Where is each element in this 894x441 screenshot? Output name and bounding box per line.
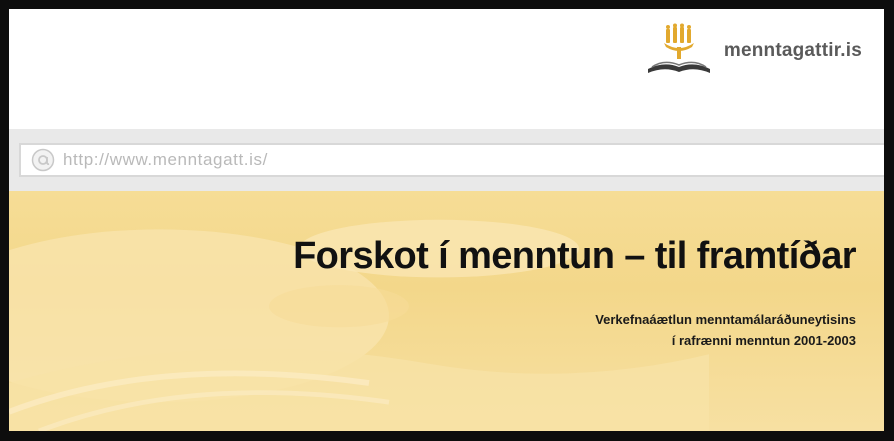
- banner-headline: Forskot í menntun – til framtíðar: [293, 235, 857, 277]
- address-bar-area: http://www.menntagatt.is/: [9, 129, 884, 199]
- book-candelabra-icon: [647, 23, 710, 73]
- logo-text: menntagattir.is: [723, 40, 862, 61]
- banner-subtitle: Verkefnaáætlun menntamálaráðuneytisins í…: [595, 309, 856, 351]
- banner-subtitle-line-2: í rafrænni menntun 2001-2003: [671, 333, 856, 348]
- site-header: menntagattir.is: [9, 9, 884, 129]
- address-bar[interactable]: http://www.menntagatt.is/: [19, 143, 884, 177]
- site-logo[interactable]: menntagattir.is: [644, 23, 862, 79]
- at-sign-icon: [31, 148, 55, 172]
- hero-banner: Forskot í menntun – til framtíðar Verkef…: [9, 191, 884, 431]
- address-bar-url[interactable]: http://www.menntagatt.is/: [63, 150, 268, 170]
- banner-subtitle-line-1: Verkefnaáætlun menntamálaráðuneytisins: [595, 312, 856, 327]
- page-area: menntagattir.is http://www.menntagatt.is…: [9, 9, 884, 431]
- screenshot-frame: menntagattir.is http://www.menntagatt.is…: [0, 0, 894, 441]
